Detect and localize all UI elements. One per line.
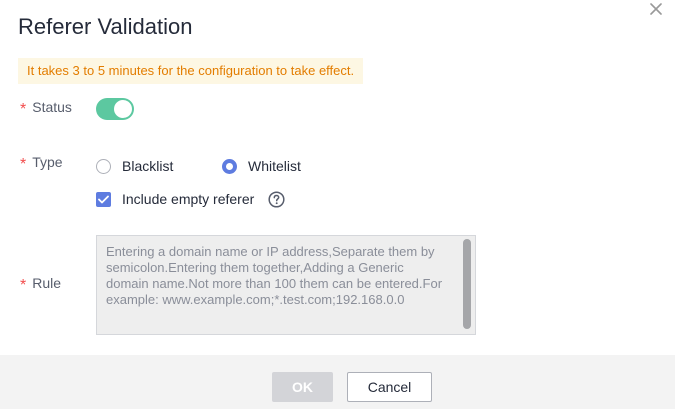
status-label: * Status bbox=[20, 99, 72, 118]
ok-button[interactable]: OK bbox=[272, 372, 333, 402]
rule-label-text: Rule bbox=[32, 275, 62, 291]
radio-circle-checked bbox=[222, 158, 237, 174]
required-mark: * bbox=[20, 277, 27, 294]
checkbox-checked-icon bbox=[96, 191, 111, 207]
radio-whitelist-label: Whitelist bbox=[248, 158, 301, 174]
dialog-title: Referer Validation bbox=[18, 14, 193, 39]
include-empty-referer-label: Include empty referer bbox=[122, 191, 255, 207]
cancel-button[interactable]: Cancel bbox=[347, 372, 432, 402]
required-mark: * bbox=[20, 101, 27, 118]
question-circle-icon[interactable] bbox=[268, 191, 285, 208]
referer-validation-dialog: Referer Validation It takes 3 to 5 minut… bbox=[0, 0, 675, 409]
rule-label: * Rule bbox=[20, 275, 62, 294]
rule-placeholder: Entering a domain name or IP address,Sep… bbox=[106, 244, 443, 307]
status-toggle[interactable] bbox=[96, 98, 134, 120]
radio-blacklist-label: Blacklist bbox=[122, 158, 174, 174]
config-notice: It takes 3 to 5 minutes for the configur… bbox=[18, 58, 364, 84]
scrollbar-thumb[interactable] bbox=[463, 239, 471, 329]
type-label: * Type bbox=[20, 154, 63, 173]
radio-blacklist[interactable]: Blacklist bbox=[96, 158, 173, 174]
type-label-text: Type bbox=[32, 154, 63, 170]
radio-circle bbox=[96, 158, 111, 174]
close-icon[interactable] bbox=[647, 2, 665, 20]
status-label-text: Status bbox=[32, 99, 72, 115]
rule-textarea[interactable]: Entering a domain name or IP address,Sep… bbox=[96, 235, 476, 335]
toggle-knob bbox=[113, 99, 133, 119]
include-empty-referer-checkbox[interactable]: Include empty referer bbox=[96, 191, 254, 207]
dialog-footer: OK Cancel bbox=[0, 355, 675, 409]
required-mark: * bbox=[20, 156, 27, 173]
radio-whitelist[interactable]: Whitelist bbox=[222, 158, 301, 174]
